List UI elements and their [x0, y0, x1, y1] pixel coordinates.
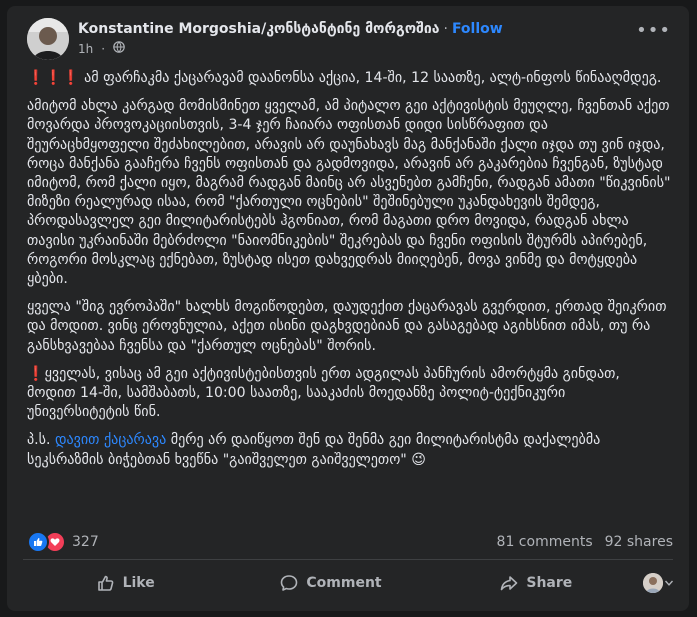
- divider: [23, 559, 673, 560]
- comment-bubble-icon: [281, 575, 298, 591]
- post-paragraph-4: ❗ყველას, ვისაც ამ გეი აქტივისტებისთვის ე…: [27, 365, 672, 423]
- profile-avatar: [642, 573, 663, 593]
- thumbs-up-icon: [97, 575, 113, 591]
- paragraph-text: ყველას, ვისაც ამ გეი აქტივისტებისთვის ერ…: [27, 365, 620, 421]
- share-label: Share: [526, 575, 573, 591]
- exclamation-icon: ❗: [27, 365, 45, 382]
- comment-label: Comment: [306, 575, 382, 591]
- post-header: Konstantine Morgoshia/კონსტანტინე მორგოშ…: [7, 6, 689, 66]
- post-card: Konstantine Morgoshia/კონსტანტინე მორგოშ…: [7, 6, 689, 611]
- action-bar: Like Comment Share: [23, 563, 673, 603]
- like-reaction-icon: [27, 531, 49, 553]
- comment-button[interactable]: Comment: [228, 565, 433, 601]
- mention-link[interactable]: დავით ქაცარავა: [55, 432, 166, 448]
- exclamation-icons: ❗❗❗: [27, 70, 80, 86]
- globe-icon[interactable]: [113, 41, 125, 56]
- author-name[interactable]: Konstantine Morgoshia/კონსტანტინე მორგოშ…: [78, 21, 439, 37]
- paragraph-text: ამიტომ ახლა კარგად მომისმინეთ ყველამ, ამ…: [27, 98, 671, 288]
- comments-count[interactable]: 81 comments: [497, 534, 593, 550]
- engagement-counts: 81 comments 92 shares: [497, 534, 673, 550]
- paragraph-text: ყველა "შიგ ევროპაში" ხალხს მოგიწოდებთ, დ…: [27, 299, 667, 354]
- more-options-icon[interactable]: •••: [636, 22, 671, 40]
- post-paragraph-3: ყველა "შიგ ევროპაში" ხალხს მოგიწოდებთ, დ…: [27, 298, 672, 356]
- separator-dot: ·: [443, 21, 448, 37]
- post-meta: 1h ·: [78, 41, 125, 56]
- post-paragraph-5: პ.ს. დავით ქაცარავა მერე არ დაიწყოთ შენ …: [27, 431, 672, 469]
- ps-prefix: პ.ს.: [27, 432, 51, 449]
- post-paragraph-2: ამიტომ ახლა კარგად მომისმინეთ ყველამ, ამ…: [27, 97, 672, 289]
- avatar-photo: [27, 18, 69, 60]
- follow-button[interactable]: Follow: [452, 21, 503, 37]
- reaction-count[interactable]: 327: [72, 534, 99, 550]
- post-body: ❗❗❗ ამ ფარჩაკმა ქაცარავამ დაანონსა აქცია…: [27, 69, 672, 479]
- separator-dot: ·: [101, 41, 106, 56]
- paragraph-text: ამ ფარჩაკმა ქაცარავამ დაანონსა აქცია, 14…: [84, 70, 662, 86]
- wink-emoji-icon: 😉: [411, 451, 426, 468]
- share-arrow-icon: [501, 576, 518, 591]
- chevron-down-icon: [664, 580, 673, 586]
- reaction-icons[interactable]: [27, 531, 66, 553]
- reaction-profile-selector[interactable]: [639, 573, 673, 593]
- post-time[interactable]: 1h: [78, 42, 93, 56]
- like-button[interactable]: Like: [23, 565, 228, 601]
- like-label: Like: [122, 575, 155, 591]
- shares-count[interactable]: 92 shares: [605, 534, 673, 550]
- reactions-bar: 327 81 comments 92 shares: [27, 531, 673, 553]
- author-avatar[interactable]: [27, 18, 69, 60]
- share-button[interactable]: Share: [434, 565, 639, 601]
- author-line: Konstantine Morgoshia/კონსტანტინე მორგოშ…: [78, 21, 503, 37]
- post-paragraph-1: ❗❗❗ ამ ფარჩაკმა ქაცარავამ დაანონსა აქცია…: [27, 69, 672, 88]
